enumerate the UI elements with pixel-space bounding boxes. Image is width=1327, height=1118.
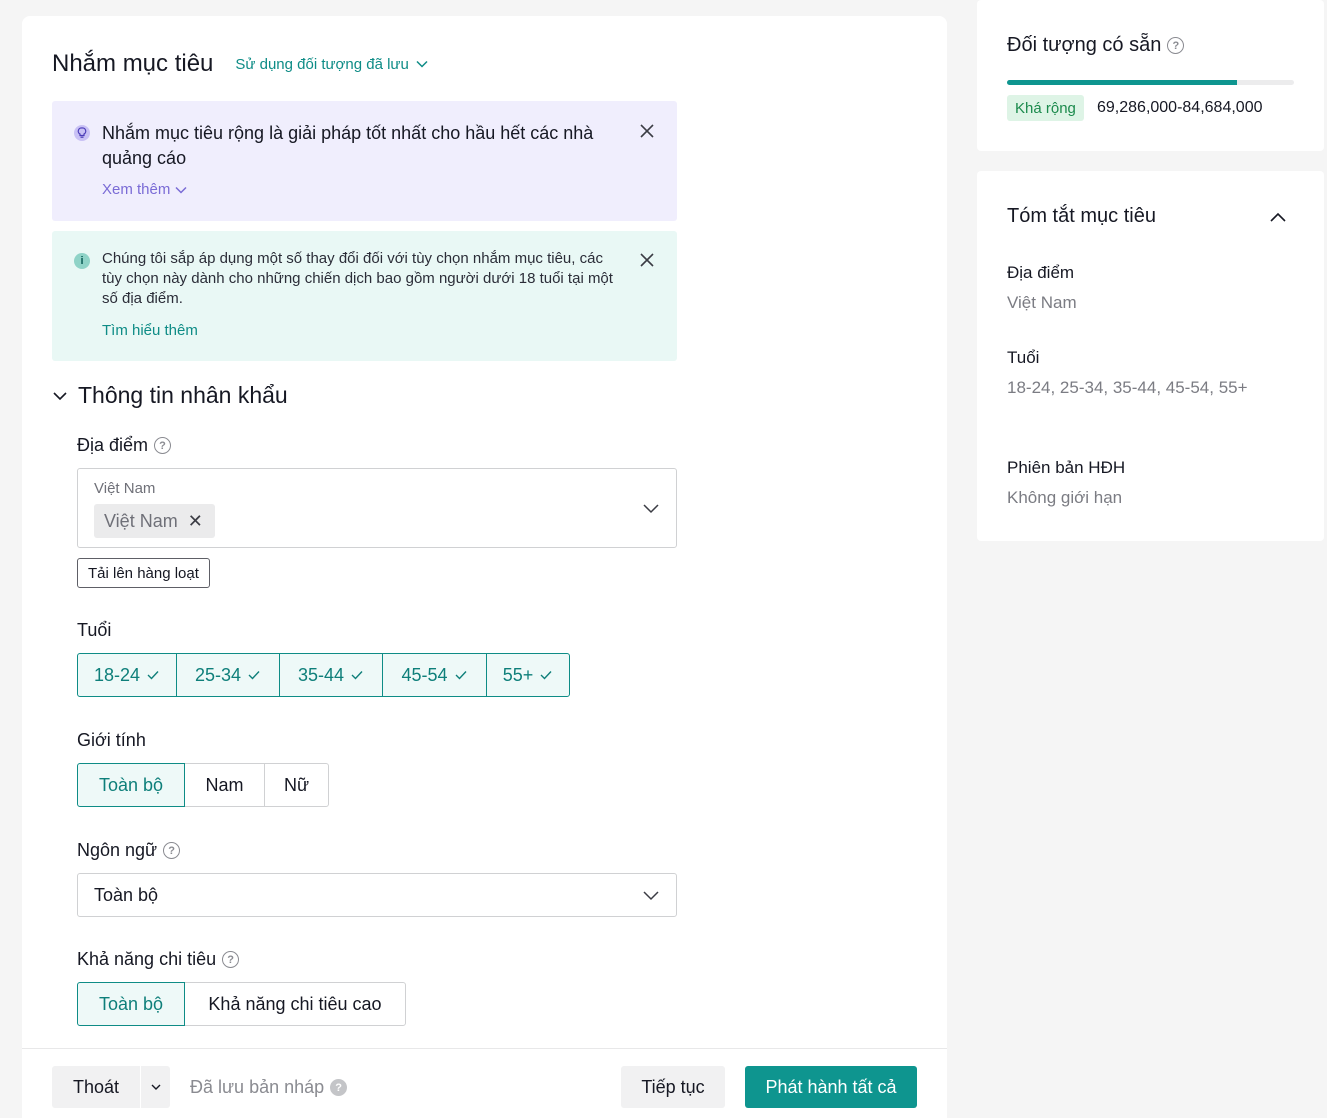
chevron-down-icon	[151, 1084, 160, 1090]
info-icon: i	[74, 253, 90, 269]
spending-power-label-text: Khả năng chi tiêu	[77, 949, 217, 969]
close-icon[interactable]	[639, 252, 655, 268]
exit-button[interactable]: Thoát	[52, 1066, 140, 1108]
location-label: Địa điểm ?	[77, 435, 172, 456]
bulk-upload-button[interactable]: Tải lên hàng loạt	[77, 558, 210, 588]
summary-title: Tóm tắt mục tiêu	[1007, 205, 1156, 227]
targeting-panel: Nhắm mục tiêu Sử dụng đối tượng đã lưu N…	[22, 16, 947, 1118]
age-option-label: 25-34	[194, 664, 242, 685]
draft-status: Đã lưu bản nháp ?	[190, 1077, 348, 1098]
close-icon[interactable]	[639, 123, 655, 139]
audience-breadth-badge: Khá rộng	[1007, 95, 1084, 121]
language-value: Toàn bộ	[94, 884, 159, 905]
tip-text: Nhắm mục tiêu rộng là giải pháp tốt nhất…	[102, 123, 594, 168]
spending-option-all[interactable]: Toàn bộ	[77, 982, 185, 1026]
spending-power-label: Khả năng chi tiêu ?	[77, 949, 240, 970]
chevron-down-icon	[643, 504, 659, 514]
audience-size-fill	[1007, 80, 1237, 85]
spending-option-high[interactable]: Khả năng chi tiêu cao	[184, 982, 406, 1026]
saved-audience-label: Sử dụng đối tượng đã lưu	[235, 55, 409, 73]
chevron-up-icon[interactable]	[1269, 209, 1287, 227]
summary-age-value: 18-24, 25-34, 35-44, 45-54, 55+	[1007, 378, 1248, 397]
help-icon[interactable]: ?	[330, 1079, 348, 1096]
location-label-text: Địa điểm	[77, 435, 149, 455]
summary-location-label: Địa điểm	[1007, 263, 1075, 282]
demographics-section-toggle[interactable]: Thông tin nhân khẩu	[52, 382, 288, 409]
see-more-link[interactable]: Xem thêm	[102, 181, 188, 198]
exit-split-button: Thoát	[52, 1066, 170, 1108]
location-chip-label: Việt Nam	[104, 510, 178, 531]
chevron-down-icon	[53, 391, 67, 400]
broad-targeting-tip: Nhắm mục tiêu rộng là giải pháp tốt nhất…	[52, 101, 677, 221]
continue-button[interactable]: Tiếp tục	[621, 1066, 725, 1108]
under-18-notice: i Chúng tôi sắp áp dụng một số thay đổi …	[52, 231, 677, 361]
age-option[interactable]: 45-54	[382, 653, 487, 697]
check-icon	[248, 671, 260, 680]
targeting-header: Nhắm mục tiêu Sử dụng đối tượng đã lưu	[52, 50, 429, 78]
learn-more-link[interactable]: Tìm hiểu thêm	[102, 322, 198, 339]
summary-os-value: Không giới hạn	[1007, 488, 1123, 507]
language-label: Ngôn ngữ ?	[77, 840, 181, 861]
spending-power-selector: Toàn bộ Khả năng chi tiêu cao	[77, 982, 406, 1026]
age-label-text: Tuổi	[77, 620, 112, 640]
targeting-summary-card: Tóm tắt mục tiêu Địa điểm Việt Nam Tuổi …	[977, 171, 1324, 541]
publish-all-button[interactable]: Phát hành tất cả	[745, 1066, 917, 1108]
age-option[interactable]: 55+	[486, 653, 570, 697]
gender-label: Giới tính	[77, 730, 146, 751]
lightbulb-icon	[74, 125, 90, 141]
page-title: Nhắm mục tiêu	[52, 50, 214, 77]
gender-option-male[interactable]: Nam	[184, 763, 265, 807]
age-option-label: 18-24	[93, 664, 141, 685]
audience-title-text: Đối tượng có sẵn	[1007, 34, 1162, 56]
use-saved-audience-link[interactable]: Sử dụng đối tượng đã lưu	[235, 56, 428, 73]
language-dropdown[interactable]: Toàn bộ	[77, 873, 677, 917]
age-option[interactable]: 18-24	[77, 653, 177, 697]
check-icon	[455, 671, 467, 680]
help-icon[interactable]: ?	[222, 951, 240, 968]
audience-title: Đối tượng có sẵn ?	[1007, 34, 1185, 57]
help-icon[interactable]: ?	[163, 842, 181, 859]
age-option-label: 45-54	[401, 664, 448, 685]
check-icon	[351, 671, 363, 680]
exit-menu-button[interactable]	[140, 1066, 170, 1108]
location-dropdown[interactable]: Việt Nam Việt Nam ✕	[77, 468, 677, 548]
check-icon	[147, 671, 159, 680]
summary-location-value: Việt Nam	[1007, 293, 1077, 312]
age-label: Tuổi	[77, 620, 111, 641]
audience-range: 69,286,000-84,684,000	[1097, 99, 1263, 116]
help-icon[interactable]: ?	[1167, 37, 1185, 54]
see-more-label: Xem thêm	[102, 181, 171, 198]
chevron-down-icon	[416, 60, 428, 68]
age-option[interactable]: 35-44	[279, 653, 383, 697]
gender-label-text: Giới tính	[77, 730, 146, 750]
age-option[interactable]: 25-34	[176, 653, 280, 697]
language-label-text: Ngôn ngữ	[77, 840, 158, 860]
remove-chip-icon[interactable]: ✕	[188, 511, 203, 532]
chevron-down-icon	[175, 186, 187, 194]
notice-text: Chúng tôi sắp áp dụng một số thay đổi đố…	[102, 250, 613, 307]
gender-option-all[interactable]: Toàn bộ	[77, 763, 185, 807]
draft-status-text: Đã lưu bản nháp	[190, 1077, 325, 1097]
location-chip: Việt Nam ✕	[94, 504, 215, 538]
audience-size-bar	[1007, 80, 1294, 85]
summary-age-label: Tuổi	[1007, 348, 1040, 367]
chevron-down-icon	[643, 891, 659, 901]
available-audience-card: Đối tượng có sẵn ? Khá rộng 69,286,000-8…	[977, 0, 1324, 151]
gender-option-female[interactable]: Nữ	[264, 763, 329, 807]
summary-os-label: Phiên bản HĐH	[1007, 458, 1126, 477]
gender-selector: Toàn bộ Nam Nữ	[77, 763, 329, 807]
age-selector: 18-24 25-34 35-44 45-54 55+	[77, 653, 570, 697]
location-field-label: Việt Nam	[94, 480, 156, 497]
age-option-label: 55+	[502, 664, 534, 685]
section-title: Thông tin nhân khẩu	[78, 382, 288, 408]
age-option-label: 35-44	[297, 664, 345, 685]
check-icon	[540, 671, 552, 680]
help-icon[interactable]: ?	[154, 437, 172, 454]
footer-bar: Thoát Đã lưu bản nháp ? Tiếp tục Phát hà…	[22, 1048, 947, 1118]
